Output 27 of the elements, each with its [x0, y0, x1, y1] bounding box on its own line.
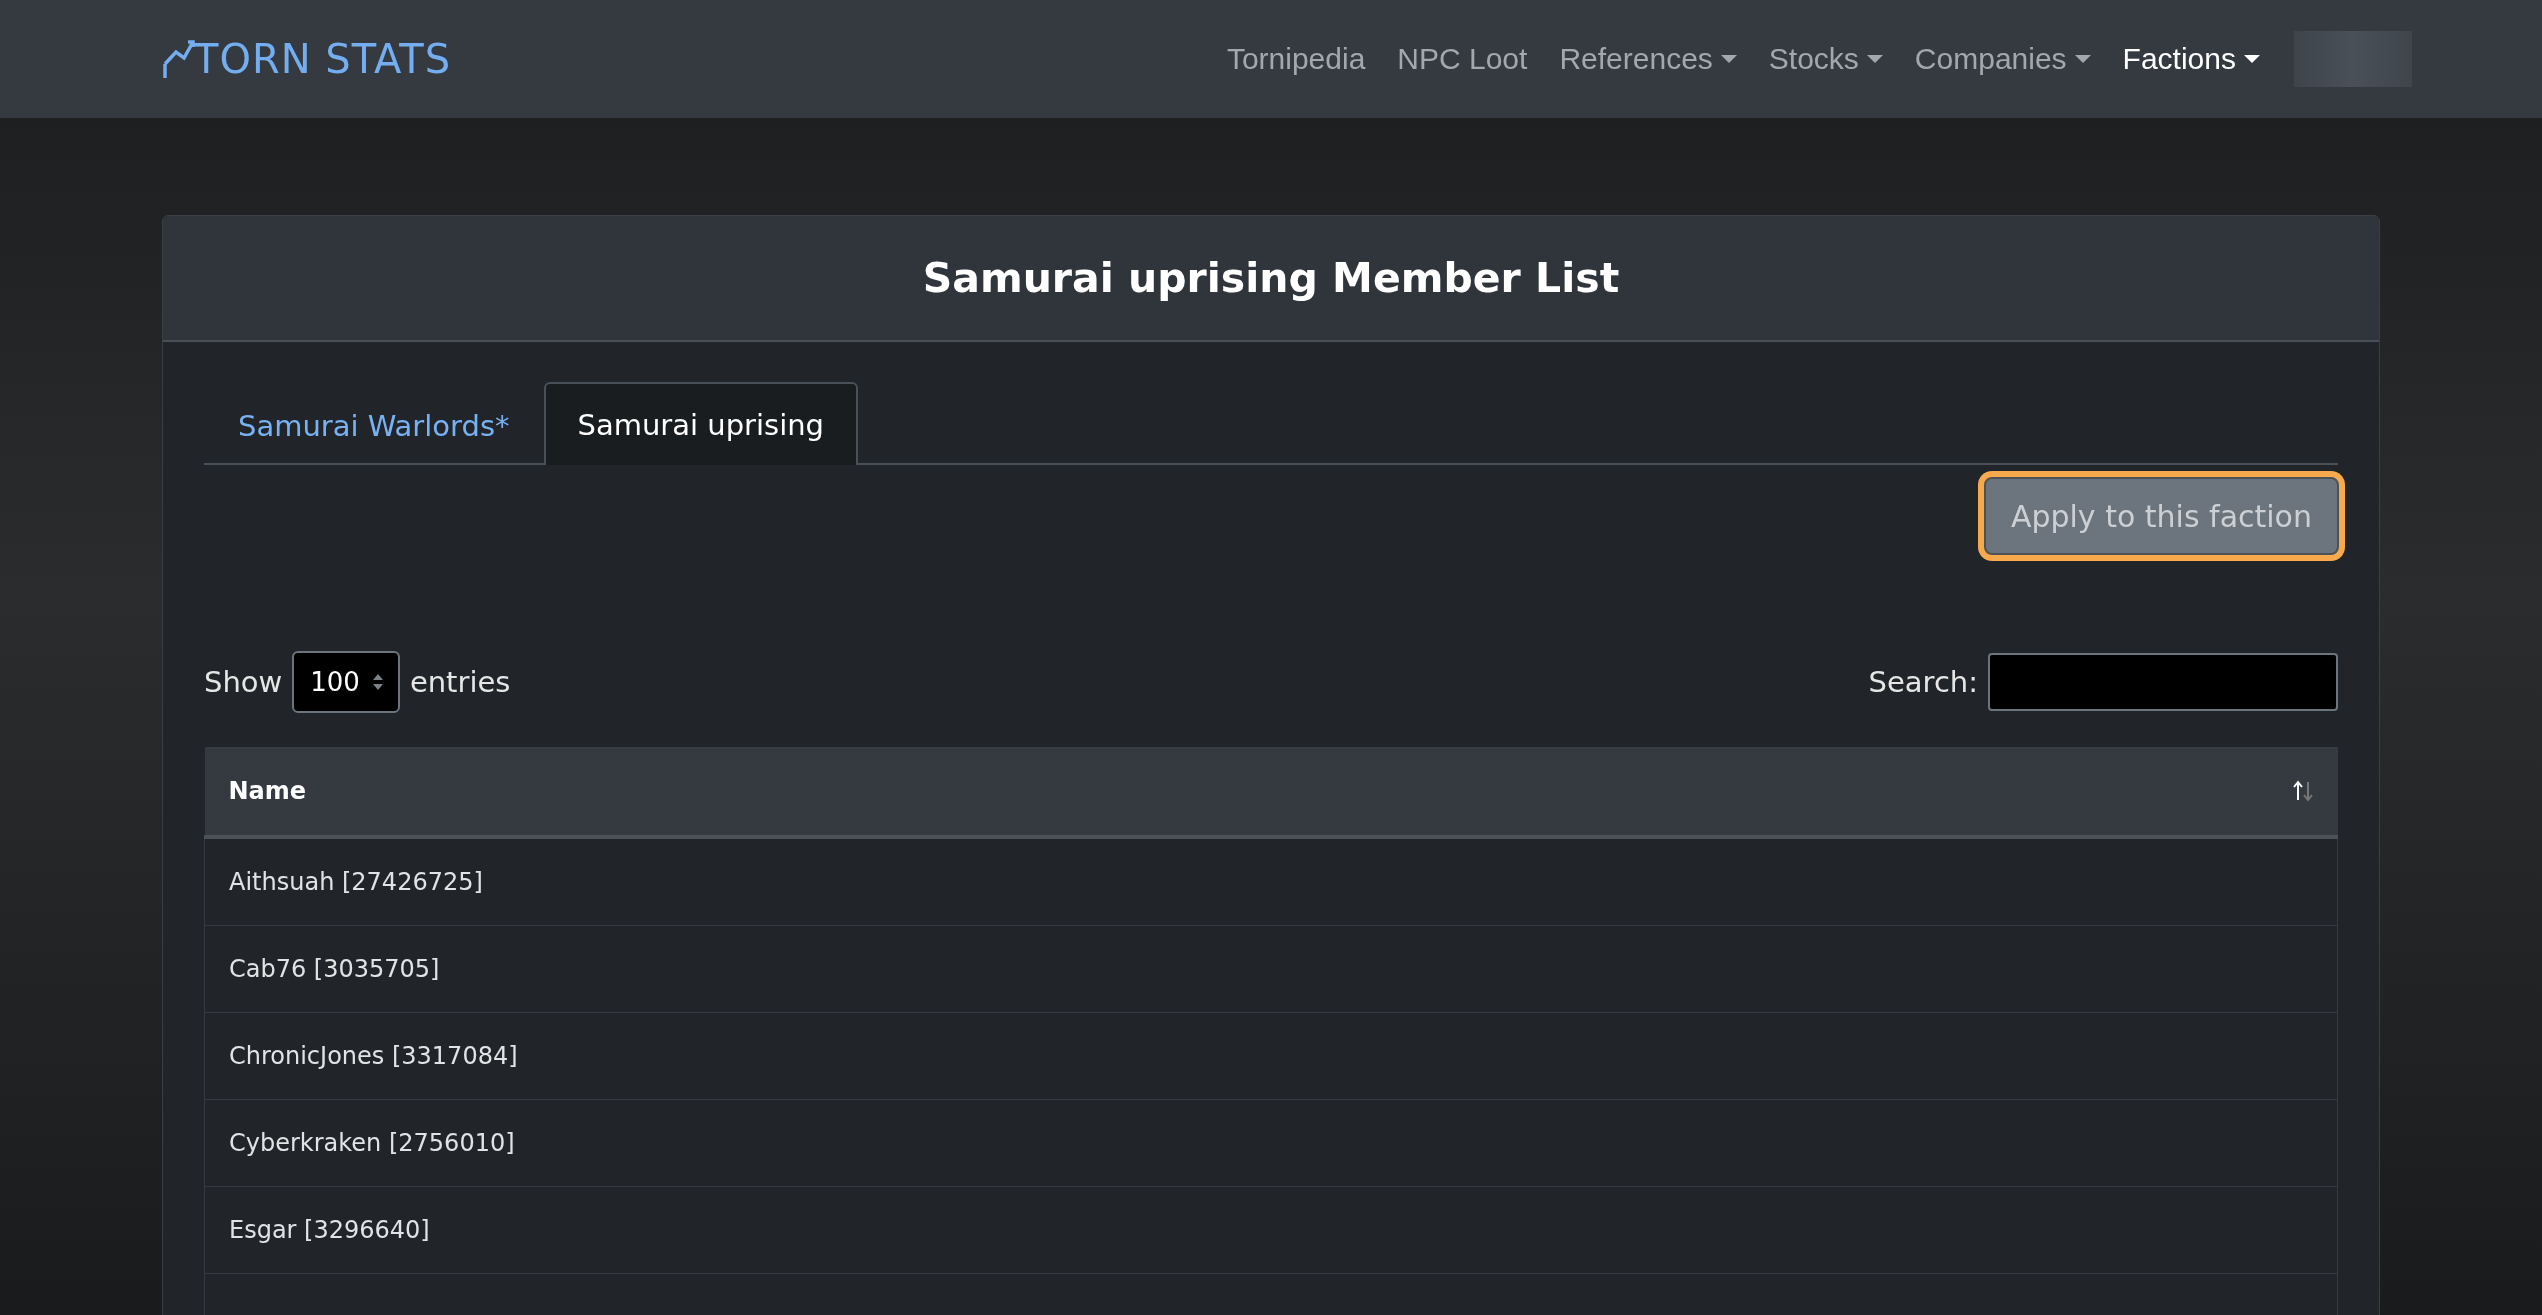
page-title: Samurai uprising Member List	[922, 254, 1620, 302]
nav-link[interactable]: References	[1559, 42, 1737, 76]
caret-icon	[1720, 54, 1737, 64]
search-label: Search:	[1868, 665, 1978, 699]
tab[interactable]: Samurai Warlords*	[204, 384, 544, 465]
nav-link[interactable]: Stocks	[1768, 42, 1883, 76]
column-header[interactable]: Name	[228, 777, 307, 805]
show-label: Show	[204, 665, 283, 699]
caret-icon	[1866, 54, 1883, 64]
nav-link[interactable]: Factions	[2122, 42, 2260, 76]
member-cell: Cyberkraken [2756010]	[204, 1099, 2338, 1187]
caret-icon	[2074, 54, 2091, 64]
entries-label: entries	[409, 665, 511, 699]
logo-text[interactable]: TORN STATS	[194, 36, 452, 82]
member-cell: ChronicJones [3317084]	[204, 1012, 2338, 1100]
nav-link[interactable]: NPC Loot	[1397, 42, 1528, 76]
entries-select[interactable]: 100	[292, 651, 400, 713]
search-field[interactable]	[1988, 653, 2338, 711]
nav-link[interactable]: Companies	[1914, 42, 2091, 76]
member-cell: Aithsuah [27426725]	[204, 837, 2338, 926]
sort-icon[interactable]	[2291, 780, 2314, 802]
member-cell: Esgar [3296640]	[204, 1186, 2338, 1274]
nav-link[interactable]: Tornipedia	[1226, 42, 1366, 76]
spinner-arrows-icon	[371, 672, 384, 692]
tab[interactable]: Samurai uprising	[543, 382, 859, 465]
caret-icon	[2244, 54, 2260, 64]
member-cell: Cab76 [3035705]	[204, 925, 2338, 1013]
